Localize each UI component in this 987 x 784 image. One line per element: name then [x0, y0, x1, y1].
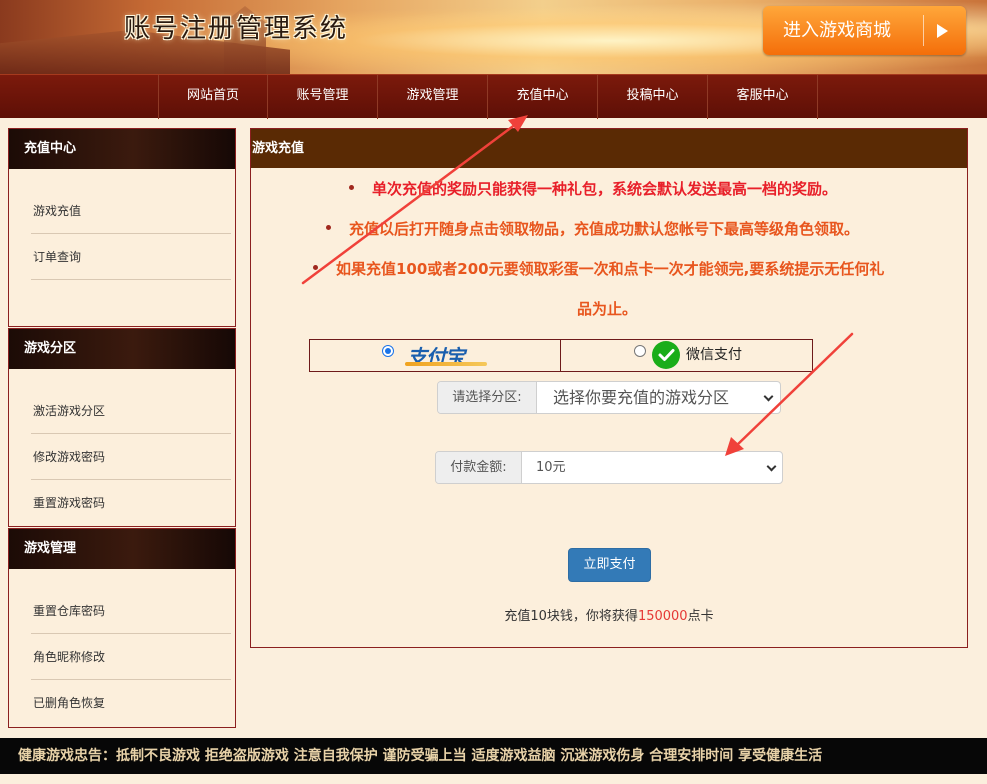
pay-now-button[interactable]: 立即支付 [568, 548, 651, 582]
sidebar-section-game-manage: 游戏管理 重置仓库密码 角色昵称修改 已删角色恢复 [8, 528, 236, 728]
wechat-radio[interactable] [634, 345, 646, 357]
wechat-pay-icon [652, 341, 680, 369]
sidebar-section-title: 游戏管理 [9, 529, 235, 569]
alipay-option[interactable]: 支付宝 [310, 340, 561, 371]
nav-item-support[interactable]: 客服中心 [708, 75, 818, 119]
amount-select[interactable]: 10元 [536, 452, 566, 483]
chevron-down-icon [766, 461, 777, 472]
recharge-summary: 充值10块钱，你将获得150000点卡 [251, 605, 967, 624]
notice-text: 充值以后打开随身点击领取物品，充值成功默认您帐号下最高等级角色领取。 [349, 220, 860, 238]
sidebar-item-change-password[interactable]: 修改游戏密码 [31, 434, 231, 480]
sidebar-item-activate-zone[interactable]: 激活游戏分区 [31, 388, 231, 434]
amount-select-group: 付款金额: 10元 [435, 451, 783, 484]
button-divider [923, 15, 924, 46]
nav-item-home[interactable]: 网站首页 [158, 75, 268, 119]
bullet-icon [313, 265, 318, 270]
recharge-panel: 游戏充值 单次充值的奖励只能获得一种礼包，系统会默认发送最高一档的奖励。 充值以… [250, 128, 968, 648]
nav-item-account[interactable]: 账号管理 [268, 75, 378, 119]
sidebar-section-title: 游戏分区 [9, 329, 235, 369]
page-bottom [0, 774, 987, 784]
bullet-icon [326, 225, 331, 230]
site-title: 账号注册管理系统 [124, 14, 349, 44]
notice-text: 品为止。 [577, 300, 638, 318]
sidebar-item-game-recharge[interactable]: 游戏充值 [31, 188, 231, 234]
panel-title: 游戏充值 [251, 129, 967, 168]
play-arrow-icon [937, 24, 948, 38]
wechat-option[interactable]: 微信支付 [562, 340, 812, 371]
summary-points: 150000 [637, 609, 688, 624]
nav-item-submit[interactable]: 投稿中心 [598, 75, 708, 119]
notice-line-continued: 品为止。 [577, 298, 637, 319]
bullet-icon [349, 185, 354, 190]
summary-suffix: 点卡 [687, 609, 714, 624]
sidebar-item-reset-storage-password[interactable]: 重置仓库密码 [31, 588, 231, 634]
alipay-logo: 支付宝 [405, 341, 487, 369]
sidebar-item-order-query[interactable]: 订单查询 [31, 234, 231, 280]
main-nav: 网站首页 账号管理 游戏管理 充值中心 投稿中心 客服中心 [0, 74, 987, 119]
summary-prefix: 充值10块钱，你将获得 [504, 609, 638, 624]
sidebar-item-restore-character[interactable]: 已删角色恢复 [31, 680, 231, 726]
header-banner: 账号注册管理系统 进入游戏商城 [0, 0, 987, 74]
chevron-down-icon [763, 391, 774, 402]
sidebar-section-title: 充值中心 [9, 129, 235, 169]
nav-item-recharge[interactable]: 充值中心 [488, 75, 598, 119]
enter-shop-label: 进入游戏商城 [783, 20, 891, 41]
notice-line: 充值以后打开随身点击领取物品，充值成功默认您帐号下最高等级角色领取。 [326, 218, 859, 239]
notice-line: 单次充值的奖励只能获得一种礼包，系统会默认发送最高一档的奖励。 [349, 178, 837, 199]
notice-line: 如果充值100或者200元要领取彩蛋一次和点卡一次才能领完,要系统提示无任何礼 [313, 258, 884, 279]
amount-select-label: 付款金额: [436, 452, 522, 483]
zone-select-group: 请选择分区: 选择你要充值的游戏分区 [437, 381, 781, 414]
notice-text: 如果充值100或者200元要领取彩蛋一次和点卡一次才能领完,要系统提示无任何礼 [336, 260, 885, 278]
health-advisory-footer: 健康游戏忠告：抵制不良游戏 拒绝盗版游戏 注意自我保护 谨防受骗上当 适度游戏益… [0, 738, 987, 774]
sidebar-section-zone: 游戏分区 激活游戏分区 修改游戏密码 重置游戏密码 [8, 328, 236, 527]
sidebar-item-reset-password[interactable]: 重置游戏密码 [31, 480, 231, 526]
sidebar-item-rename-character[interactable]: 角色昵称修改 [31, 634, 231, 680]
sidebar-section-recharge: 充值中心 游戏充值 订单查询 [8, 128, 236, 327]
zone-select-label: 请选择分区: [438, 382, 537, 413]
notice-text: 单次充值的奖励只能获得一种礼包，系统会默认发送最高一档的奖励。 [372, 180, 838, 198]
nav-item-game[interactable]: 游戏管理 [378, 75, 488, 119]
enter-shop-button[interactable]: 进入游戏商城 [763, 6, 966, 55]
wechat-pay-label: 微信支付 [686, 347, 742, 363]
zone-select[interactable]: 选择你要充值的游戏分区 [553, 382, 729, 413]
alipay-radio[interactable] [382, 345, 394, 357]
payment-method-selector: 支付宝 微信支付 [309, 339, 813, 372]
